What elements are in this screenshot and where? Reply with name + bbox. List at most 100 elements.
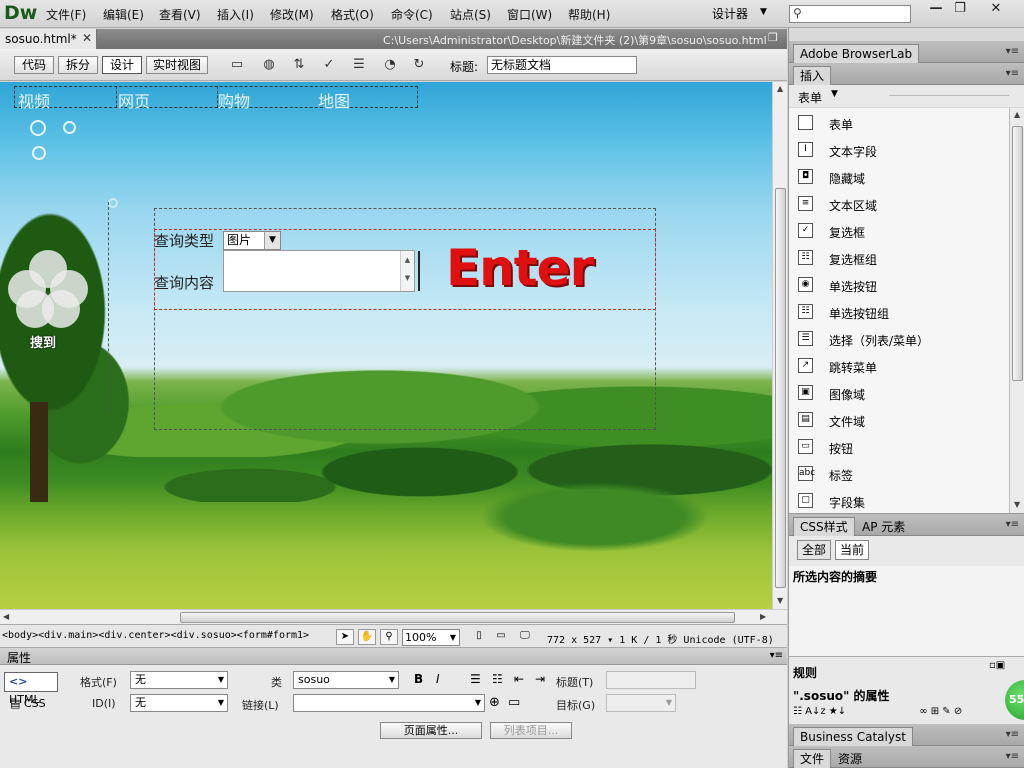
zoom-select[interactable]: 100% ▼: [402, 629, 460, 646]
insert-item[interactable]: I 文本字段: [789, 137, 1009, 164]
live-view-button[interactable]: 实时视图: [146, 56, 208, 74]
insert-item[interactable]: ≡ 文本区域: [789, 191, 1009, 218]
panel-menu-icon[interactable]: ▾≡: [1006, 46, 1019, 57]
tab-ap-elements[interactable]: AP 元素: [855, 517, 912, 536]
menu-site[interactable]: 站点(S): [450, 6, 491, 23]
horizontal-scroll-thumb[interactable]: [180, 612, 735, 623]
notification-badge[interactable]: 55: [1005, 680, 1024, 720]
menu-edit[interactable]: 编辑(E): [103, 6, 144, 23]
vertical-scroll-thumb[interactable]: [775, 188, 786, 588]
insert-item[interactable]: ✓ 复选框: [789, 218, 1009, 245]
nav-item-web[interactable]: 网页: [118, 88, 150, 112]
css-view-icons[interactable]: ☷ A↓z ★↓ ∞ ⊞ ✎ ⊘: [793, 706, 962, 717]
restore-icon[interactable]: ❐: [768, 31, 778, 44]
rules-view-icons[interactable]: ▫▣: [989, 660, 1005, 671]
menu-window[interactable]: 窗口(W): [507, 6, 552, 23]
insert-item[interactable]: ↗ 跳转菜单: [789, 353, 1009, 380]
design-view-button[interactable]: 设计: [102, 56, 142, 74]
title-field-input[interactable]: [606, 671, 696, 689]
browse-folder-icon[interactable]: ▭: [508, 695, 520, 710]
refresh-icon[interactable]: ↻: [410, 57, 428, 73]
canvas-horizontal-scrollbar[interactable]: ◀ ▶: [0, 609, 787, 624]
hand-tool-icon[interactable]: ✋: [358, 629, 376, 645]
point-to-file-icon[interactable]: ⊕: [489, 695, 500, 710]
scroll-up-icon[interactable]: ▲: [777, 84, 783, 93]
close-button[interactable]: ✕: [982, 1, 1010, 19]
help-search-input[interactable]: ⚲: [789, 5, 911, 23]
menu-help[interactable]: 帮助(H): [568, 6, 610, 23]
outdent-icon[interactable]: ⇤: [514, 672, 524, 686]
nav-item-shopping[interactable]: 购物: [218, 88, 250, 112]
italic-button[interactable]: I: [436, 672, 440, 686]
chevron-down-icon[interactable]: ▼: [760, 7, 767, 17]
insert-item[interactable]: ◉ 单选按钮: [789, 272, 1009, 299]
mobile-size-icon[interactable]: ▯: [470, 629, 488, 645]
desktop-size-icon[interactable]: 🖵: [516, 629, 534, 645]
css-all-button[interactable]: 全部: [797, 540, 832, 560]
window-size-info[interactable]: 772 x 527 ▾ 1 K / 1 秒 Unicode (UTF-8): [547, 631, 774, 646]
scroll-left-icon[interactable]: ◀: [3, 612, 9, 621]
split-view-button[interactable]: 拆分: [58, 56, 98, 74]
tab-insert[interactable]: 插入: [793, 66, 832, 85]
code-view-button[interactable]: 代码: [14, 56, 54, 74]
menu-insert[interactable]: 插入(I): [217, 6, 254, 23]
insert-item[interactable]: 表单: [789, 110, 1009, 137]
scroll-up-icon[interactable]: ▲: [1014, 110, 1020, 119]
link-input[interactable]: ▼: [293, 694, 485, 712]
close-icon[interactable]: ✕: [82, 31, 92, 45]
css-mode-button[interactable]: ▤ CSS: [10, 697, 46, 710]
id-select[interactable]: 无 ▼: [130, 694, 228, 712]
target-select[interactable]: ▼: [606, 694, 676, 712]
nav-item-map[interactable]: 地图: [318, 88, 350, 112]
tab-browserlab[interactable]: Adobe BrowserLab: [793, 44, 920, 63]
query-content-textarea[interactable]: ▲ ▼: [223, 250, 415, 292]
indent-icon[interactable]: ⇥: [535, 672, 545, 686]
title-input[interactable]: 无标题文档: [487, 56, 637, 74]
insert-category[interactable]: 表单: [798, 89, 822, 106]
tab-assets[interactable]: 资源: [831, 749, 869, 768]
list-item-button[interactable]: 列表项目...: [490, 722, 572, 739]
insert-scroll-thumb[interactable]: [1012, 126, 1023, 381]
css-current-button[interactable]: 当前: [835, 540, 870, 560]
insert-item[interactable]: ▢ 字段集: [789, 488, 1009, 515]
html-mode-button[interactable]: <> HTML: [4, 672, 58, 706]
insert-item[interactable]: ☰ 选择（列表/菜单）: [789, 326, 1009, 353]
multiscreen-icon[interactable]: ▭: [228, 57, 246, 73]
tag-selector[interactable]: <body><div.main><div.center><div.sosuo><…: [2, 630, 309, 641]
insert-item[interactable]: ▤ 文件域: [789, 407, 1009, 434]
page-properties-button[interactable]: 页面属性...: [380, 722, 482, 739]
class-select[interactable]: sosuo ▼: [293, 671, 399, 689]
panel-menu-icon[interactable]: ▾≡: [1006, 751, 1019, 762]
ordered-list-icon[interactable]: ☷: [492, 672, 503, 686]
insert-item[interactable]: ◘ 隐藏域: [789, 164, 1009, 191]
chevron-down-icon[interactable]: ▼: [831, 89, 838, 99]
enter-button[interactable]: Enter: [446, 240, 594, 296]
insert-scrollbar[interactable]: ▲ ▼: [1009, 108, 1024, 513]
textarea-scrollbar[interactable]: ▲ ▼: [400, 251, 414, 291]
w3c-validate-icon[interactable]: ✓: [320, 57, 338, 73]
panel-menu-icon[interactable]: ▾≡: [770, 650, 783, 661]
panel-menu-icon[interactable]: ▾≡: [1006, 519, 1019, 530]
file-management-icon[interactable]: ⇅: [290, 57, 308, 73]
scroll-down-icon[interactable]: ▼: [1014, 500, 1020, 509]
check-browser-icon[interactable]: ☰: [350, 57, 368, 73]
unordered-list-icon[interactable]: ☰: [470, 672, 481, 686]
insert-item[interactable]: abc 标签: [789, 461, 1009, 488]
workspace-switcher[interactable]: 设计器: [712, 5, 748, 22]
maximize-button[interactable]: ❐: [946, 1, 974, 19]
format-select[interactable]: 无 ▼: [130, 671, 228, 689]
visual-aids-icon[interactable]: ◔: [381, 57, 399, 73]
tab-css-styles[interactable]: CSS样式: [793, 517, 855, 536]
zoom-tool-icon[interactable]: ⚲: [380, 629, 398, 645]
insert-item[interactable]: ▣ 图像域: [789, 380, 1009, 407]
scroll-right-icon[interactable]: ▶: [760, 612, 766, 621]
insert-item[interactable]: ☷ 单选按钮组: [789, 299, 1009, 326]
query-type-select[interactable]: 图片 ▼: [223, 231, 281, 250]
chevron-down-icon[interactable]: ▼: [264, 232, 280, 249]
menu-file[interactable]: 文件(F): [46, 6, 86, 23]
menu-modify[interactable]: 修改(M): [270, 6, 314, 23]
insert-item[interactable]: ☷ 复选框组: [789, 245, 1009, 272]
canvas-vertical-scrollbar[interactable]: ▲ ▼: [772, 82, 787, 609]
bold-button[interactable]: B: [414, 672, 423, 686]
panel-menu-icon[interactable]: ▾≡: [1006, 68, 1019, 79]
